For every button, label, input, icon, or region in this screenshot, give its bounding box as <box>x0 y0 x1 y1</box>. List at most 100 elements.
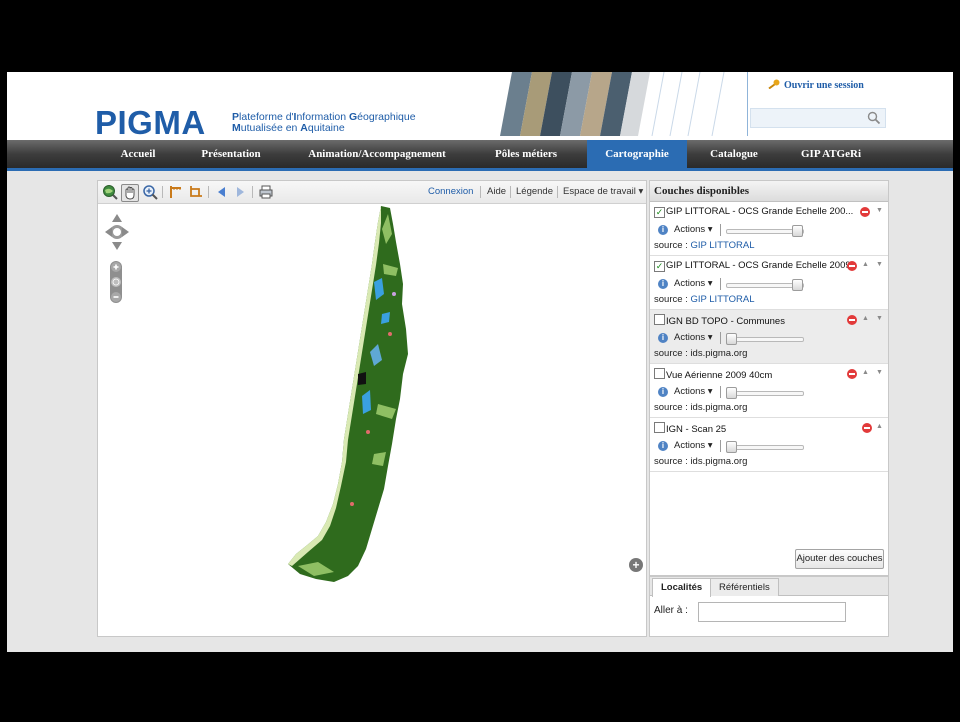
measure-distance-icon[interactable] <box>168 184 184 200</box>
layer-name: GIP LITTORAL - OCS Grande Echelle 2009 <box>666 260 851 271</box>
info-icon[interactable]: i <box>658 441 668 451</box>
coastline-landcover-map <box>288 206 408 582</box>
opacity-slider[interactable] <box>720 278 804 291</box>
measure-area-icon[interactable] <box>188 184 204 200</box>
opacity-slider-thumb[interactable] <box>792 225 803 237</box>
toolbar-separator <box>252 186 253 198</box>
move-down-icon[interactable]: ▼ <box>876 315 883 322</box>
cartography-workarea: Connexion Aide Légende Espace de travail… <box>7 171 953 652</box>
zoom-extent-icon[interactable] <box>102 184 118 200</box>
nav-item-presentation[interactable]: Présentation <box>187 140 275 168</box>
nav-item-cartographie[interactable]: Cartographie <box>587 140 687 168</box>
key-icon <box>768 79 780 89</box>
layer-source: ids.pigma.org <box>690 456 748 467</box>
opacity-slider-thumb[interactable] <box>726 333 737 345</box>
layer-item: IGN - Scan 25 ▲ i Actions ▾ source : ids… <box>650 418 888 472</box>
header-photo-banner <box>500 72 725 136</box>
tab-referentiels[interactable]: Référentiels <box>710 578 779 596</box>
remove-layer-icon[interactable] <box>860 207 870 217</box>
move-up-icon[interactable]: ▲ <box>876 423 883 430</box>
connexion-link[interactable]: Connexion <box>428 186 473 197</box>
layer-visibility-checkbox[interactable]: ✓ <box>654 207 665 218</box>
opacity-slider[interactable] <box>720 224 804 237</box>
remove-layer-icon[interactable] <box>847 261 857 271</box>
zoom-slider-control[interactable] <box>109 260 123 304</box>
toolbar-separator <box>557 186 558 198</box>
nav-item-poles-metiers[interactable]: Pôles métiers <box>479 140 573 168</box>
layer-actions-menu[interactable]: Actions ▾ <box>674 224 713 235</box>
site-header: PIGMA Plateforme d'Information Géographi… <box>7 72 953 142</box>
layer-visibility-checkbox[interactable] <box>654 314 665 325</box>
move-up-icon[interactable]: ▲ <box>862 369 869 376</box>
info-icon[interactable]: i <box>658 387 668 397</box>
layer-name: IGN BD TOPO - Communes <box>666 316 785 327</box>
goto-input[interactable] <box>698 602 846 622</box>
localites-tabs: Localités Référentiels <box>650 577 888 597</box>
pan-hand-icon[interactable] <box>121 184 139 202</box>
layer-name: Vue Aérienne 2009 40cm <box>666 370 773 381</box>
toolbar-separator <box>480 186 481 198</box>
layer-actions-menu[interactable]: Actions ▾ <box>674 386 713 397</box>
remove-layer-icon[interactable] <box>847 369 857 379</box>
map-canvas[interactable] <box>98 204 646 636</box>
info-icon[interactable]: i <box>658 225 668 235</box>
goto-label: Aller à : <box>654 605 688 616</box>
move-down-icon[interactable]: ▼ <box>876 369 883 376</box>
map-toolbar: Connexion Aide Légende Espace de travail… <box>98 181 646 204</box>
opacity-slider-thumb[interactable] <box>726 387 737 399</box>
layer-visibility-checkbox[interactable] <box>654 368 665 379</box>
layer-actions-menu[interactable]: Actions ▾ <box>674 440 713 451</box>
print-icon[interactable] <box>258 184 274 200</box>
layer-source: ids.pigma.org <box>690 402 748 413</box>
next-view-icon[interactable] <box>232 184 248 200</box>
map-panel: Connexion Aide Légende Espace de travail… <box>97 180 647 637</box>
layer-item: ✓ GIP LITTORAL - OCS Grande Echelle 2009 … <box>650 256 888 310</box>
help-link[interactable]: Aide <box>487 186 506 197</box>
expand-panel-icon[interactable]: + <box>629 558 643 572</box>
move-down-icon[interactable]: ▼ <box>876 261 883 268</box>
info-icon[interactable]: i <box>658 279 668 289</box>
opacity-slider-thumb[interactable] <box>792 279 803 291</box>
layer-item: Vue Aérienne 2009 40cm ▲ ▼ i Actions ▾ s… <box>650 364 888 418</box>
nav-item-gip-atgeri[interactable]: GIP ATGeRi <box>787 140 875 168</box>
nav-item-animation[interactable]: Animation/Accompagnement <box>292 140 462 168</box>
move-down-icon[interactable]: ▼ <box>876 207 883 214</box>
legend-link[interactable]: Légende <box>516 186 553 197</box>
login-link[interactable]: Ouvrir une session <box>768 79 864 91</box>
search-icon[interactable] <box>867 111 881 125</box>
layer-actions-menu[interactable]: Actions ▾ <box>674 278 713 289</box>
layer-visibility-checkbox[interactable]: ✓ <box>654 261 665 272</box>
opacity-slider[interactable] <box>720 386 804 399</box>
layer-source-link[interactable]: GIP LITTORAL <box>690 294 754 305</box>
toolbar-separator <box>162 186 163 198</box>
layer-item: IGN BD TOPO - Communes ▲ ▼ i Actions ▾ s… <box>650 310 888 364</box>
remove-layer-icon[interactable] <box>847 315 857 325</box>
previous-view-icon[interactable] <box>214 184 230 200</box>
layer-item: ✓ GIP LITTORAL - OCS Grande Echelle 200..… <box>650 202 888 256</box>
opacity-slider[interactable] <box>720 440 804 453</box>
layer-visibility-checkbox[interactable] <box>654 422 665 433</box>
site-search-input[interactable] <box>750 108 886 128</box>
move-up-icon[interactable]: ▲ <box>862 315 869 322</box>
layers-panel-title: Couches disponibles <box>650 181 888 202</box>
zoom-in-icon[interactable] <box>142 184 158 200</box>
workspace-menu[interactable]: Espace de travail ▾ <box>563 186 643 197</box>
nav-item-accueil[interactable]: Accueil <box>103 140 173 168</box>
opacity-slider[interactable] <box>720 332 804 345</box>
opacity-slider-thumb[interactable] <box>726 441 737 453</box>
move-up-icon[interactable]: ▲ <box>862 261 869 268</box>
info-icon[interactable]: i <box>658 333 668 343</box>
layer-actions-menu[interactable]: Actions ▾ <box>674 332 713 343</box>
localites-panel: Localités Référentiels Aller à : <box>649 576 889 637</box>
pan-control-icon[interactable] <box>103 212 131 252</box>
site-tagline: Plateforme d'Information Géographique Mu… <box>232 111 416 134</box>
nav-item-catalogue[interactable]: Catalogue <box>697 140 771 168</box>
layer-name: IGN - Scan 25 <box>666 424 727 435</box>
remove-layer-icon[interactable] <box>862 423 872 433</box>
tab-localites[interactable]: Localités <box>652 578 712 597</box>
layers-panel: Couches disponibles ✓ GIP LITTORAL - OCS … <box>649 180 889 576</box>
toolbar-separator <box>208 186 209 198</box>
pigma-logo[interactable]: PIGMA <box>95 104 206 142</box>
add-layers-button[interactable]: Ajouter des couches <box>795 549 884 569</box>
layer-source-link[interactable]: GIP LITTORAL <box>690 240 754 251</box>
